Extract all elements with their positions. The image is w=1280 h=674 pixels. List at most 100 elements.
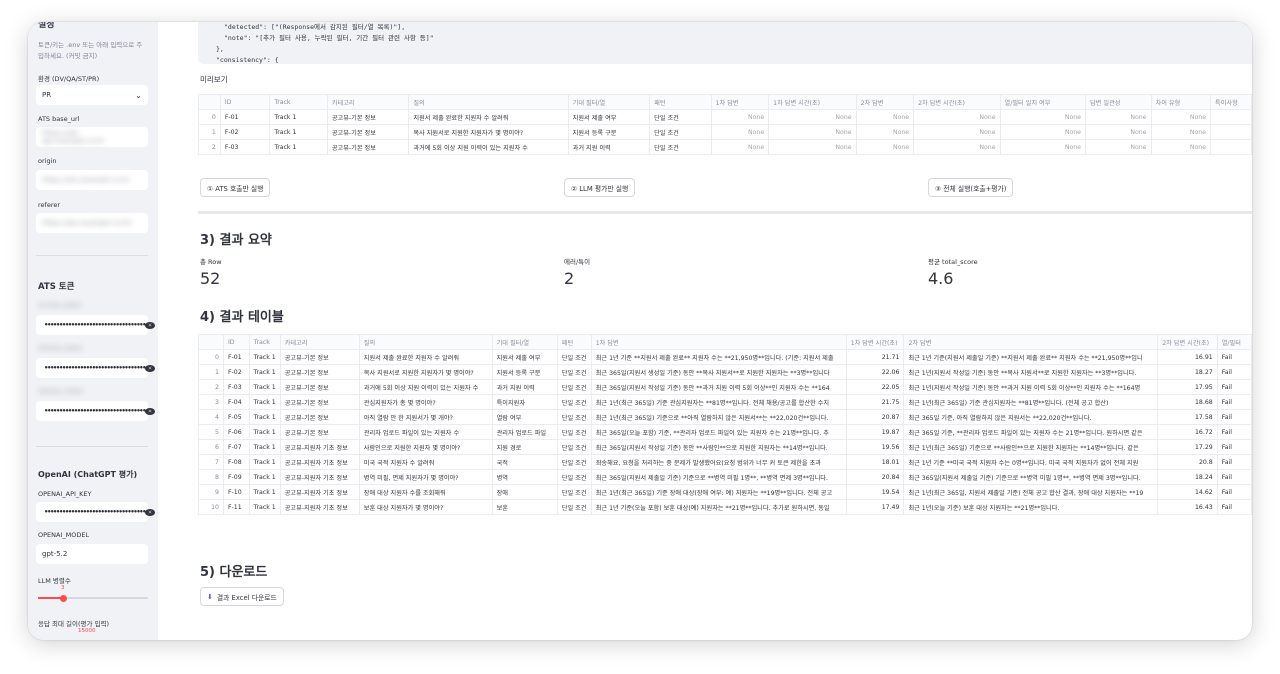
llm-parallel-slider-handle[interactable] [60, 594, 67, 602]
table-cell[interactable]: 공고뷰-기본 정보 [279, 394, 360, 410]
table-cell[interactable]: Fail [1216, 394, 1252, 410]
column-header[interactable]: 기대 필터/열 [567, 94, 651, 110]
table-row[interactable]: 0 F-01 Track 1 공고뷰-기본 정보 지원서 제출 완료한 지원자 수 알려… [198, 109, 1252, 125]
table-cell[interactable]: 단일 조건 [556, 469, 592, 485]
column-header[interactable]: 카테고리 [279, 334, 360, 350]
table-row[interactable]: 1 F-02 Track 1 공고뷰-기본 정보 복사 지원서로 지원한 지원자가 몇 … [198, 124, 1252, 140]
table-cell[interactable]: F-02 [222, 364, 250, 380]
table-cell[interactable]: 지원서 제출 여부 [491, 349, 558, 365]
table-row[interactable]: 9 F-10 Track 1 공고뷰-지원자 기초 정보 장애 대상 지원자 수를 조회… [198, 484, 1252, 500]
column-header[interactable]: 1차 답변 [590, 334, 847, 350]
table-cell[interactable]: Track 1 [248, 499, 281, 515]
table-cell[interactable]: 18.68 [1157, 394, 1218, 410]
table-cell[interactable]: None [710, 124, 770, 140]
table-cell[interactable]: None [855, 139, 915, 155]
table-cell[interactable]: None [1084, 124, 1152, 140]
openai-model-input[interactable]: gpt-5.2 [36, 544, 148, 564]
table-cell[interactable]: 단일 조건 [556, 454, 592, 470]
table-cell[interactable]: 공고뷰-지원자 기초 정보 [279, 454, 360, 470]
table-cell[interactable]: 16.43 [1157, 499, 1218, 515]
table-cell[interactable]: 지원서 제출 완료한 지원자 수 알려줘 [358, 349, 493, 365]
table-cell[interactable]: F-09 [222, 469, 250, 485]
run-llm-button[interactable]: ② LLM 평가만 실행 [564, 178, 636, 197]
table-cell[interactable]: Fail [1216, 349, 1252, 365]
table-cell[interactable]: 최근 1년(최근 365일) 기준 관심지원자는 **81명**입니다. (전체… [903, 394, 1159, 410]
table-cell[interactable]: 17.29 [1157, 439, 1218, 455]
table-cell[interactable]: 10 [198, 499, 224, 515]
table-cell[interactable]: 최근 1년 기준(지원서 제출일 기준) **지원서 제출 완료** 지원자 수… [903, 349, 1159, 365]
table-cell[interactable]: 최근 1년(오늘 기준) 보훈 대상 지원자는 **21명**입니다. [903, 499, 1159, 515]
table-cell[interactable]: 단일 조건 [556, 409, 592, 425]
origin-input[interactable]: https://ats.example.co.kr [36, 170, 148, 190]
table-cell[interactable]: 20.84 [845, 469, 905, 485]
table-cell[interactable]: None [855, 124, 915, 140]
table-cell[interactable]: 5 [198, 424, 224, 440]
table-cell[interactable]: Track 1 [248, 379, 281, 395]
table-cell[interactable]: F-04 [222, 394, 250, 410]
table-cell[interactable]: 단일 조건 [649, 139, 712, 155]
column-header[interactable]: ID [219, 94, 271, 110]
table-cell[interactable]: Track 1 [269, 109, 328, 125]
table-cell[interactable]: 19.87 [845, 424, 905, 440]
table-cell[interactable]: 관리자 업로드 파일 [491, 424, 558, 440]
table-cell[interactable]: 공고뷰-기본 정보 [279, 379, 360, 395]
table-cell[interactable]: F-07 [222, 439, 250, 455]
column-header[interactable]: 질의 [358, 334, 493, 350]
table-cell[interactable]: None [768, 124, 857, 140]
table-cell[interactable]: 단일 조건 [649, 124, 712, 140]
table-cell[interactable]: 과거 지원 이력 [567, 139, 651, 155]
table-cell[interactable]: 과거에 5회 이상 지원 이력이 있는 지원자 수 [358, 379, 493, 395]
table-cell[interactable]: 지원서 등록 구분 [567, 124, 651, 140]
table-cell[interactable]: Track 1 [269, 124, 328, 140]
table-cell[interactable]: 19.54 [845, 484, 905, 500]
column-header[interactable]: 2차 답변 [855, 94, 915, 110]
table-cell[interactable]: 죄송해요, 요청을 처리하는 중 문제가 발생했어요(요청 범위가 너무 커 토… [590, 454, 847, 470]
table-row[interactable]: 4 F-05 Track 1 공고뷰-기본 정보 아직 열람 안 한 지원서가 몇 개야… [198, 409, 1252, 425]
column-header[interactable]: 열/필터 일치 여부 [999, 94, 1086, 110]
table-cell[interactable]: 21.71 [845, 349, 905, 365]
table-cell[interactable]: 보훈 대상 지원자가 몇 명이야? [358, 499, 493, 515]
table-cell[interactable]: 장애 대상 지원자 수를 조회해줘 [358, 484, 493, 500]
table-cell[interactable]: Fail [1216, 379, 1252, 395]
column-header[interactable] [198, 94, 221, 110]
table-cell[interactable]: 최근 1년 기준 **미국 국적 지원자 수는 0명**입니다. 미국 국적 지… [903, 454, 1159, 470]
table-cell[interactable]: None [768, 139, 857, 155]
table-cell[interactable]: 지원서 등록 구분 [491, 364, 558, 380]
table-cell[interactable]: 단일 조건 [556, 439, 592, 455]
token-field-1-input[interactable]: •••••••••••••••••••••••••••••••••• [36, 315, 156, 335]
table-cell[interactable] [1210, 139, 1252, 155]
table-cell[interactable]: 공고뷰-지원자 기초 정보 [279, 499, 360, 515]
table-row[interactable]: 5 F-06 Track 1 공고뷰-기본 정보 관리자 업로드 파일이 있는 지원자 … [198, 424, 1252, 440]
table-cell[interactable]: 단일 조건 [556, 394, 592, 410]
table-cell[interactable]: F-05 [222, 409, 250, 425]
table-cell[interactable]: None [1084, 139, 1152, 155]
column-header[interactable]: Track [248, 334, 281, 350]
table-cell[interactable]: 보훈 [491, 499, 558, 515]
table-cell[interactable]: 미국 국적 지원자 수 알려줘 [358, 454, 493, 470]
table-cell[interactable]: F-02 [219, 124, 271, 140]
table-cell[interactable]: 8 [198, 469, 224, 485]
table-cell[interactable]: F-11 [222, 499, 250, 515]
table-cell[interactable]: Track 1 [248, 484, 281, 500]
table-cell[interactable]: 최근 365일(지원서 작성일 기준) 동안 **과거 지원 이력 5회 이상*… [590, 379, 847, 395]
table-cell[interactable]: Track 1 [248, 424, 281, 440]
table-cell[interactable]: 최근 1년(최근 365일) 기준 관심지원자는 **81명**입니다. 전체 … [590, 394, 847, 410]
table-cell[interactable]: 단일 조건 [556, 349, 592, 365]
table-row[interactable]: 3 F-04 Track 1 공고뷰-기본 정보 관심지원자가 총 몇 명이야? 특이지원… [198, 394, 1252, 410]
table-cell[interactable]: F-01 [222, 349, 250, 365]
table-cell[interactable]: None [999, 139, 1086, 155]
table-cell[interactable]: 18.27 [1157, 364, 1218, 380]
table-cell[interactable]: 최근 1년(최근 365일) 기준 장애 대상(장애 여부: 예) 지원자는 *… [590, 484, 847, 500]
column-header[interactable]: 2차 답변 시간(초) [913, 94, 1001, 110]
table-cell[interactable]: Track 1 [269, 139, 328, 155]
table-cell[interactable]: 19.56 [845, 439, 905, 455]
table-cell[interactable]: 최근 365일(지원서 제출일 기준) 기준으로 **병역 미필 1명**, *… [903, 469, 1159, 485]
table-cell[interactable]: 최근 365일(지원서 생성일 기준) 동안 **복사 지원서**로 지원한 지… [590, 364, 847, 380]
table-cell[interactable]: 공고뷰-기본 정보 [279, 424, 360, 440]
table-cell[interactable]: None [855, 109, 915, 125]
run-all-button[interactable]: ③ 전체 실행(호출+평가) [928, 178, 1014, 197]
table-cell[interactable]: 관리자 업로드 파일이 있는 지원자 수 [358, 424, 493, 440]
table-cell[interactable]: None [913, 124, 1001, 140]
table-row[interactable]: 10 F-11 Track 1 공고뷰-지원자 기초 정보 보훈 대상 지원자가 몇 명… [198, 499, 1252, 515]
table-cell[interactable]: 단일 조건 [556, 379, 592, 395]
